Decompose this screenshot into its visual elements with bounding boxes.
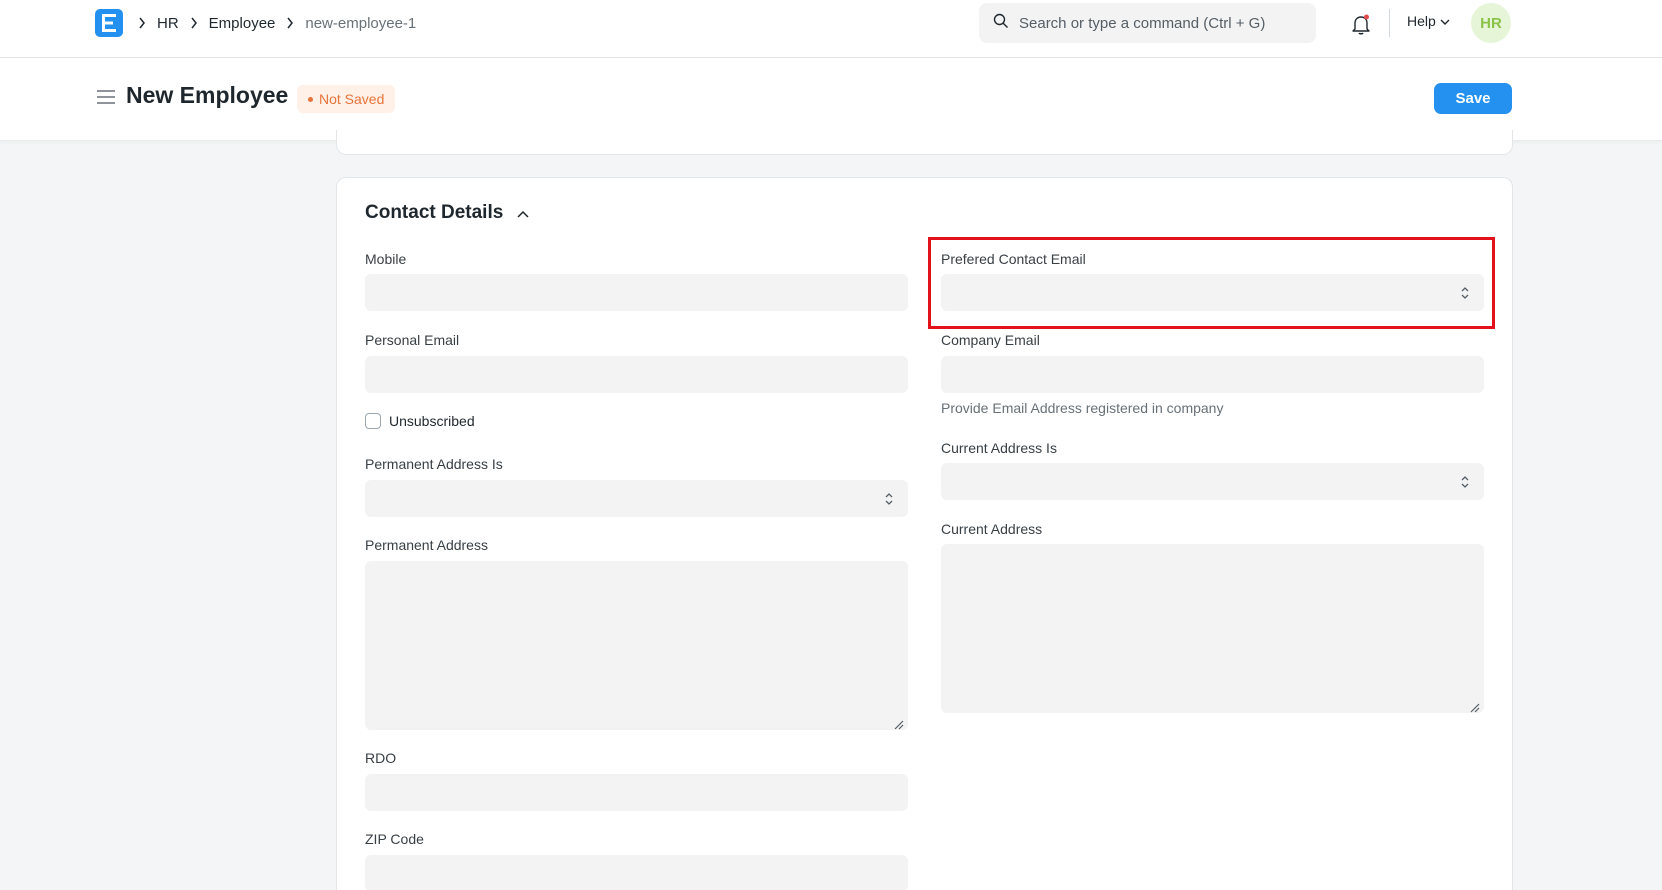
breadcrumb: HR Employee new-employee-1 (138, 12, 427, 34)
current-address-is-label: Current Address Is (941, 440, 1057, 456)
company-email-input[interactable] (941, 356, 1484, 393)
sidebar-toggle-icon[interactable] (96, 89, 116, 105)
mobile-input[interactable] (365, 274, 908, 311)
page-title: New Employee (126, 82, 289, 108)
resize-handle-icon[interactable] (1470, 700, 1480, 713)
permanent-address-is-label: Permanent Address Is (365, 456, 503, 472)
permanent-address-textarea[interactable] (365, 561, 908, 730)
company-email-label: Company Email (941, 332, 1040, 348)
rdo-input[interactable] (365, 774, 908, 811)
page-head: New Employee Not Saved Save (0, 58, 1662, 141)
prefered-contact-email-label: Prefered Contact Email (941, 251, 1086, 267)
select-arrows-icon (1460, 474, 1470, 495)
app-logo-icon[interactable] (95, 9, 123, 37)
current-address-is-select[interactable] (941, 463, 1484, 500)
permanent-address-label: Permanent Address (365, 537, 488, 553)
zip-code-label: ZIP Code (365, 831, 424, 847)
chevron-right-icon (190, 17, 198, 29)
navbar-divider (1389, 9, 1390, 37)
search-input[interactable] (1019, 14, 1309, 32)
help-dropdown[interactable]: Help (1407, 13, 1450, 29)
status-text: Not Saved (319, 91, 385, 107)
chevron-right-icon (286, 17, 294, 29)
unsubscribed-label: Unsubscribed (389, 413, 475, 429)
chevron-down-icon (1440, 13, 1450, 29)
search-icon (993, 13, 1009, 34)
status-badge: Not Saved (297, 85, 396, 113)
section-title: Contact Details (365, 202, 504, 223)
current-address-label: Current Address (941, 521, 1043, 537)
user-avatar[interactable]: HR (1471, 3, 1511, 43)
breadcrumb-current: new-employee-1 (305, 14, 417, 32)
company-email-description: Provide Email Address registered in comp… (941, 400, 1224, 416)
status-dot-icon (308, 96, 313, 102)
personal-email-label: Personal Email (365, 332, 460, 348)
help-label: Help (1407, 13, 1436, 29)
previous-section-card (336, 130, 1513, 155)
navbar: HR Employee new-employee-1 Help HR (0, 0, 1662, 58)
unsubscribed-checkbox[interactable] (365, 413, 381, 429)
breadcrumb-hr[interactable]: HR (157, 15, 179, 32)
save-button[interactable]: Save (1434, 83, 1512, 114)
notification-bell-icon[interactable] (1349, 12, 1373, 36)
resize-handle-icon[interactable] (894, 717, 904, 730)
awesomebar-search[interactable] (979, 3, 1316, 43)
section-header-contact-details[interactable]: Contact Details (365, 202, 529, 224)
prefered-contact-email-select[interactable] (941, 274, 1484, 311)
zip-code-input[interactable] (365, 855, 908, 890)
personal-email-input[interactable] (365, 356, 908, 393)
mobile-label: Mobile (365, 251, 407, 267)
chevron-up-icon[interactable] (517, 202, 529, 224)
select-arrows-icon (1460, 285, 1470, 306)
breadcrumb-employee[interactable]: Employee (209, 15, 276, 32)
chevron-right-icon (138, 17, 146, 29)
select-arrows-icon (884, 491, 894, 512)
current-address-textarea[interactable] (941, 544, 1484, 713)
permanent-address-is-select[interactable] (365, 480, 908, 517)
rdo-label: RDO (365, 750, 397, 766)
